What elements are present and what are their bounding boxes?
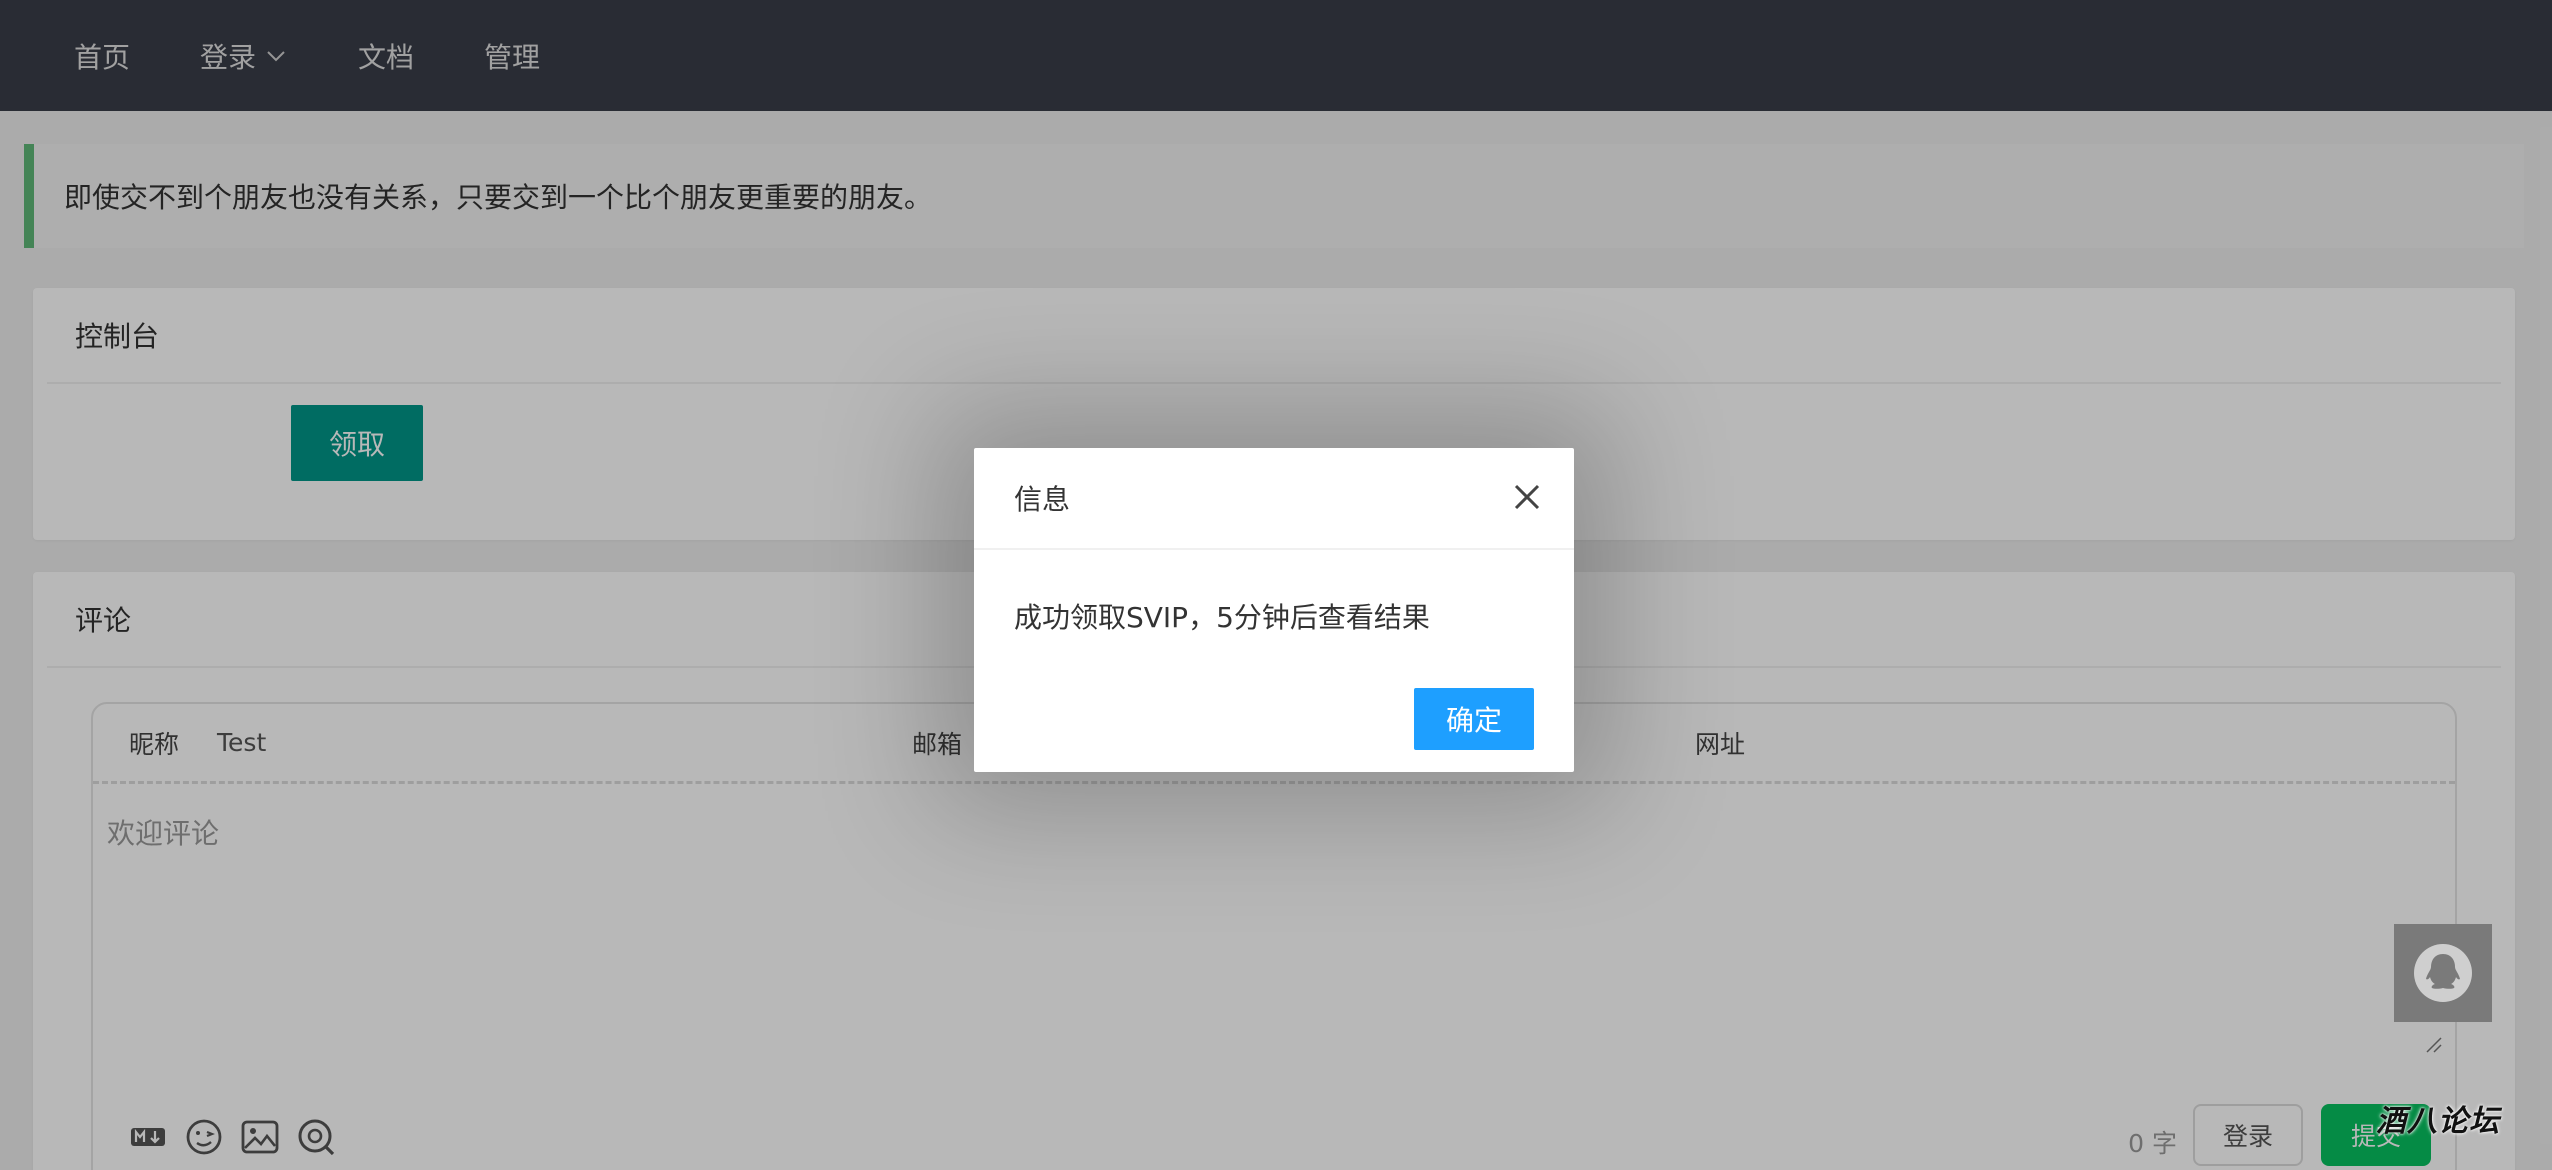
qq-penguin-icon <box>2414 944 2472 1002</box>
info-dialog: 信息 成功领取SVIP，5分钟后查看结果 确定 <box>974 448 1574 772</box>
qq-contact-button[interactable] <box>2394 924 2492 1022</box>
confirm-button[interactable]: 确定 <box>1414 688 1534 750</box>
close-icon[interactable] <box>1512 482 1542 512</box>
site-watermark: 酒八论坛 <box>2376 1104 2500 1139</box>
dialog-title: 信息 <box>974 448 1574 550</box>
dialog-message: 成功领取SVIP，5分钟后查看结果 <box>1014 601 1430 634</box>
